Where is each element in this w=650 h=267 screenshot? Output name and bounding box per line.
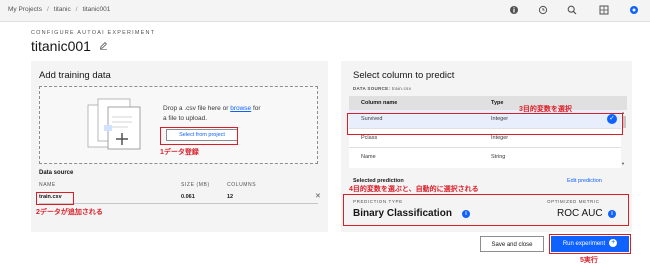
grid-icon[interactable] [598,5,610,17]
info-icon[interactable] [508,5,520,17]
header-column-name: Column name [361,100,398,106]
search-icon[interactable] [566,5,578,17]
annotation-box-column [347,113,623,135]
scroll-down-icon[interactable]: ▼ [621,161,625,166]
breadcrumb-my-projects[interactable]: My Projects [8,6,42,13]
column-header-name: NAME [39,182,56,188]
data-source-line: DATA SOURCE: train.csv [353,86,412,91]
file-size: 0.061 [181,194,195,200]
annotation-box-select [160,127,238,145]
header-type: Type [491,100,504,106]
remove-file-icon[interactable]: ✕ [315,192,321,200]
table-row[interactable]: Name String [349,148,621,168]
save-and-close-button[interactable]: Save and close [480,236,544,252]
top-bar: My Projects / titanic / titanic001 [0,0,650,22]
browse-link[interactable]: browse [230,105,251,112]
annotation-step5: 5実行 [580,257,598,264]
annotation-step1: 1データ登録 [160,149,199,156]
upload-documents-icon [87,98,141,150]
annotation-box-file [36,192,74,205]
edit-prediction-link[interactable]: Edit prediction [567,178,602,184]
file-columns: 12 [227,194,234,200]
annotation-step2: 2データが追加される [36,209,103,216]
breadcrumb: My Projects / titanic / titanic001 [8,6,111,13]
breadcrumb-experiment: titanic001 [82,6,111,13]
annotation-box-prediction [343,194,629,226]
history-icon[interactable] [537,5,549,17]
edit-title-icon[interactable] [99,41,108,52]
breadcrumb-project[interactable]: titanic [54,6,71,13]
drop-instructions: Drop a .csv file here or browse for a fi… [163,105,261,122]
column-table-header: Column name Type [349,96,627,110]
annotation-box-run [549,234,631,254]
column-header-columns: COLUMNS [227,182,257,188]
divider [39,203,318,204]
column-header-size: SIZE (MB) [181,182,210,188]
page-eyebrow: CONFIGURE AUTOAI EXPERIMENT [31,30,156,36]
annotation-step4: 4目的変数を選ぶと、自動的に選択される [349,186,479,193]
training-panel-title: Add training data [39,70,111,81]
page-title: titanic001 [31,38,91,54]
predict-panel-title: Select column to predict [353,70,455,81]
data-source-title: Data source [39,170,74,176]
settings-icon[interactable] [628,5,640,17]
